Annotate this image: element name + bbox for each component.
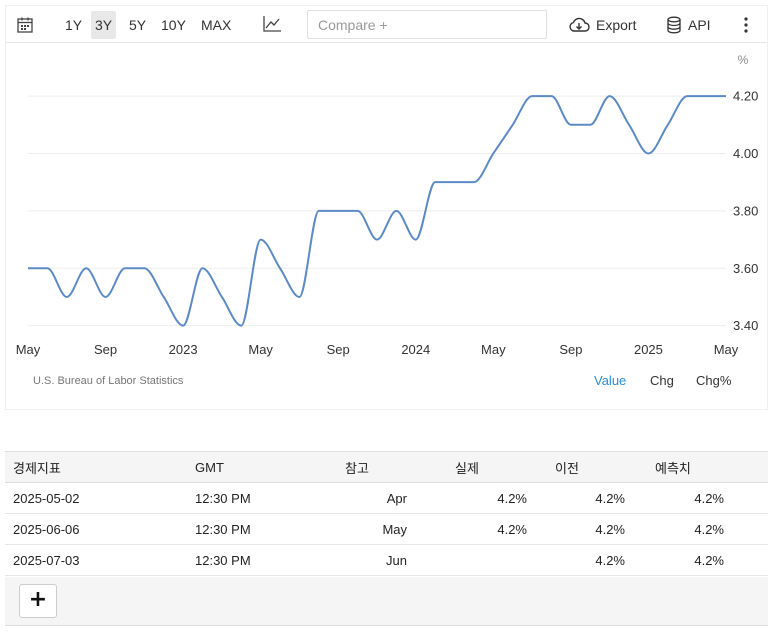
table-row[interactable]: 2025-07-03 12:30 PM Jun 4.2% 4.2% <box>5 544 768 576</box>
cell-time: 12:30 PM <box>187 482 337 514</box>
y-tick-label: 4.00 <box>733 146 758 161</box>
header-actual: 실제 <box>447 451 547 483</box>
view-value[interactable]: Value <box>594 373 626 388</box>
y-tick-label: 4.20 <box>733 89 758 104</box>
calendar-table: 경제지표 GMT 참고 실제 이전 예측치 2025-05-02 12:30 P… <box>5 451 768 576</box>
cell-reference: May <box>337 513 447 545</box>
table-row[interactable]: 2025-06-06 12:30 PM May 4.2% 4.2% 4.2% <box>5 513 768 545</box>
header-reference: 참고 <box>337 451 447 483</box>
header-indicator: 경제지표 <box>5 451 187 483</box>
y-axis: 3.40 3.60 3.80 4.00 4.20 <box>733 89 758 334</box>
cell-previous: 4.2% <box>547 482 647 514</box>
grid-lines <box>28 95 726 327</box>
header-previous: 이전 <box>547 451 647 483</box>
cell-actual <box>447 544 547 576</box>
x-tick-label: May <box>481 342 506 357</box>
x-tick-label: Sep <box>327 342 350 357</box>
y-tick-label: 3.80 <box>733 203 758 218</box>
x-tick-label: May <box>16 342 41 357</box>
chart-card: 1Y 3Y 5Y 10Y MAX Export API <box>5 5 768 410</box>
header-forecast: 예측치 <box>647 451 768 483</box>
x-tick-label: 2025 <box>634 342 663 357</box>
cell-time: 12:30 PM <box>187 513 337 545</box>
y-tick-label: 3.60 <box>733 261 758 276</box>
add-button[interactable]: + <box>19 584 57 618</box>
x-axis: May Sep 2023 May Sep 2024 May Sep 2025 May <box>16 342 739 357</box>
cell-date: 2025-07-03 <box>5 544 187 576</box>
line-chart: 3.40 3.60 3.80 4.00 4.20 May Sep 2023 May Sep 202… <box>16 53 759 357</box>
x-tick-label: May <box>714 342 739 357</box>
cell-reference: Apr <box>337 482 447 514</box>
x-tick-label: 2024 <box>401 342 430 357</box>
cell-previous: 4.2% <box>547 513 647 545</box>
cell-reference: Jun <box>337 544 447 576</box>
cell-previous: 4.2% <box>547 544 647 576</box>
cell-actual: 4.2% <box>447 482 547 514</box>
x-tick-label: May <box>248 342 273 357</box>
x-tick-label: Sep <box>94 342 117 357</box>
table-row[interactable]: 2025-05-02 12:30 PM Apr 4.2% 4.2% 4.2% <box>5 482 768 514</box>
table-header-row: 경제지표 GMT 참고 실제 이전 예측치 <box>5 451 768 483</box>
cell-forecast: 4.2% <box>647 482 768 514</box>
y-tick-label: 3.40 <box>733 318 758 333</box>
cell-time: 12:30 PM <box>187 544 337 576</box>
x-tick-label: Sep <box>559 342 582 357</box>
cell-forecast: 4.2% <box>647 544 768 576</box>
view-chg-pct[interactable]: Chg% <box>696 373 731 388</box>
cell-actual: 4.2% <box>447 513 547 545</box>
y-unit-label: % <box>738 53 749 67</box>
x-tick-label: 2023 <box>169 342 198 357</box>
header-gmt: GMT <box>187 451 337 483</box>
cell-forecast: 4.2% <box>647 513 768 545</box>
add-row: + <box>5 577 768 626</box>
view-chg[interactable]: Chg <box>650 373 674 388</box>
source-label: U.S. Bureau of Labor Statistics <box>33 375 184 387</box>
cell-date: 2025-06-06 <box>5 513 187 545</box>
cell-date: 2025-05-02 <box>5 482 187 514</box>
